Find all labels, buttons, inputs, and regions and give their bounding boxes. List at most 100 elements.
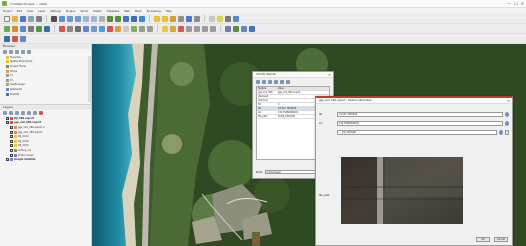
history-icon[interactable] — [249, 25, 255, 32]
menu-edit[interactable]: Edit — [17, 10, 22, 13]
copy-features-icon[interactable] — [123, 25, 129, 32]
model-designer-icon[interactable] — [241, 25, 247, 32]
digitize-icon[interactable] — [75, 25, 81, 32]
clear-field-icon[interactable] — [505, 120, 509, 126]
save-project-icon[interactable] — [20, 15, 26, 22]
layer-visibility-checkbox[interactable]: ✓ — [6, 158, 9, 162]
add-raster-icon[interactable] — [12, 25, 18, 32]
add-layer-icon[interactable] — [4, 25, 10, 32]
menu-layer[interactable]: Layer — [38, 10, 45, 13]
pan-to-selection-icon[interactable] — [59, 15, 65, 22]
label-highlight-icon[interactable] — [178, 25, 184, 32]
label-pin-icon[interactable] — [170, 25, 176, 32]
measure-icon[interactable] — [209, 15, 215, 22]
label-move-icon[interactable] — [186, 25, 192, 32]
collapse-all-icon[interactable] — [21, 50, 25, 54]
layer-visibility-checkbox[interactable]: ✓ — [10, 139, 13, 143]
layer-visibility-checkbox[interactable]: ✓ — [10, 153, 13, 157]
cut-features-icon[interactable] — [115, 25, 121, 32]
zoom-full-icon[interactable] — [83, 15, 89, 22]
manage-themes-icon[interactable] — [15, 111, 19, 115]
layer-visibility-checkbox[interactable]: ✓ — [10, 144, 13, 148]
annotation-icon[interactable] — [217, 15, 223, 22]
add-spatialite-icon[interactable] — [36, 25, 42, 32]
add-selected-layers-icon[interactable] — [3, 50, 7, 54]
tips-icon[interactable] — [225, 15, 231, 22]
close-icon[interactable]: × — [507, 98, 510, 104]
menu-project[interactable]: Project — [3, 10, 12, 13]
layer-visibility-checkbox[interactable]: ✓ — [10, 130, 13, 134]
label-show-icon[interactable] — [210, 25, 216, 32]
add-postgis-icon[interactable] — [44, 25, 50, 32]
maximize-icon[interactable]: ☐ — [514, 1, 518, 6]
menu-vector[interactable]: Vector — [80, 10, 88, 13]
paste-features-icon[interactable] — [131, 25, 137, 32]
minimize-icon[interactable]: — — [507, 1, 511, 6]
close-icon[interactable]: ✕ — [521, 1, 524, 6]
save-edits-icon[interactable] — [67, 25, 73, 32]
properties-icon[interactable] — [27, 50, 31, 54]
zoom-layer-icon[interactable] — [91, 15, 97, 22]
layer-visibility-checkbox[interactable]: ✓ — [6, 116, 9, 120]
lat-field[interactable]: 34.507 7055995 — [337, 111, 503, 117]
menu-database[interactable]: Database — [107, 10, 119, 13]
label-icon[interactable] — [162, 25, 168, 32]
remove-layer-icon[interactable] — [39, 111, 43, 115]
temporal-controller-icon[interactable] — [131, 15, 137, 22]
toggle-editing-icon[interactable] — [59, 25, 65, 32]
redo-icon[interactable] — [147, 25, 153, 32]
move-feature-icon[interactable] — [99, 25, 105, 32]
new-shapefile-icon[interactable] — [20, 35, 26, 42]
zoom-in-icon[interactable] — [67, 15, 73, 22]
clear-results-icon[interactable] — [274, 79, 278, 84]
browser-item[interactable]: PostGIS — [3, 92, 91, 97]
zoom-last-icon[interactable] — [107, 15, 113, 22]
copy-feature-icon[interactable] — [280, 79, 284, 84]
lon-field[interactable]: 132.75680300021 — [337, 120, 503, 126]
layer-item[interactable]: ✓ Google Satellite — [3, 157, 91, 162]
statistics-icon[interactable] — [194, 15, 200, 22]
zoom-next-icon[interactable] — [115, 15, 121, 22]
new-map-view-icon[interactable] — [123, 15, 129, 22]
data-source-manager-icon[interactable] — [4, 35, 10, 42]
deselect-icon[interactable] — [170, 15, 176, 22]
layer-visibility-checkbox[interactable]: ✓ — [10, 135, 13, 139]
layer-styling-icon[interactable] — [3, 111, 7, 115]
menu-processing[interactable]: Processing — [147, 10, 161, 13]
filter-legend-icon[interactable] — [21, 111, 25, 115]
delete-selected-icon[interactable] — [107, 25, 113, 32]
zoom-out-icon[interactable] — [75, 15, 81, 22]
refresh-icon[interactable] — [9, 50, 13, 54]
clear-field-icon[interactable] — [505, 111, 509, 117]
plugin-icon[interactable] — [233, 15, 239, 22]
open-project-icon[interactable] — [12, 15, 18, 22]
layer-visibility-checkbox[interactable]: ✓ — [10, 125, 13, 129]
zoom-native-icon[interactable] — [99, 15, 105, 22]
pan-icon[interactable] — [51, 15, 57, 22]
print-layout-icon[interactable] — [36, 15, 42, 22]
undo-icon[interactable] — [139, 25, 145, 32]
collapse-all-icon[interactable] — [33, 111, 37, 115]
select-features-icon[interactable] — [162, 15, 168, 22]
close-icon[interactable]: × — [328, 72, 331, 78]
field-calculator-icon[interactable] — [186, 15, 192, 22]
expand-tree-icon[interactable] — [256, 79, 260, 84]
add-group-icon[interactable] — [9, 111, 13, 115]
open-attribute-table-icon[interactable] — [178, 15, 184, 22]
collapse-tree-icon[interactable] — [262, 79, 266, 84]
python-console-icon[interactable] — [225, 25, 231, 32]
menu-plugins[interactable]: Plugins — [66, 10, 75, 13]
print-response-icon[interactable] — [286, 79, 290, 84]
layer-visibility-checkbox[interactable]: ✓ — [10, 148, 13, 152]
label-rotate-icon[interactable] — [194, 25, 200, 32]
clear-field-icon[interactable] — [499, 129, 503, 135]
menu-raster[interactable]: Raster — [94, 10, 102, 13]
add-mesh-icon[interactable] — [20, 25, 26, 32]
new-geopackage-icon[interactable] — [12, 35, 18, 42]
file-path-field[interactable]: ..._DJI_0218.JPG — [337, 129, 497, 135]
expand-new-icon[interactable] — [268, 79, 272, 84]
add-feature-icon[interactable] — [83, 25, 89, 32]
vertex-tool-icon[interactable] — [91, 25, 97, 32]
add-csv-icon[interactable] — [28, 25, 34, 32]
menu-web[interactable]: Web — [124, 10, 130, 13]
